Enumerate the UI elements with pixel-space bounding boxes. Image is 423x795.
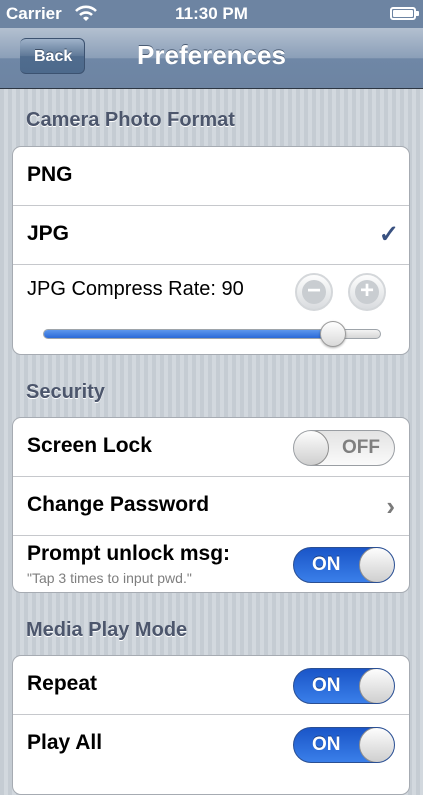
prompt-unlock-row: Prompt unlock msg: "Tap 3 times to input… — [13, 536, 409, 592]
prompt-unlock-label: Prompt unlock msg: — [27, 542, 231, 565]
status-bar: Carrier 11:30 PM — [0, 0, 423, 28]
repeat-toggle[interactable]: ON — [293, 668, 395, 704]
section-header-media: Media Play Mode — [26, 619, 188, 641]
change-password-label: Change Password — [27, 493, 210, 516]
plus-icon: + — [355, 279, 379, 304]
toggle-state-label: OFF — [342, 437, 380, 458]
section-header-security: Security — [26, 381, 105, 403]
toggle-state-label: ON — [312, 554, 341, 575]
screen-lock-label: Screen Lock — [27, 434, 152, 457]
compress-rate-row: JPG Compress Rate: 90 − + — [13, 265, 409, 354]
prompt-unlock-hint: "Tap 3 times to input pwd." — [27, 570, 192, 586]
screen-lock-row: Screen Lock OFF — [13, 418, 409, 477]
play-all-label: Play All — [27, 731, 103, 754]
toggle-knob — [359, 669, 394, 703]
chevron-right-icon: › — [386, 491, 395, 521]
security-group: Screen Lock OFF Change Password › Prompt… — [12, 417, 410, 593]
page-title: Preferences — [137, 40, 286, 70]
navigation-bar: Back Preferences — [0, 28, 423, 89]
format-option-jpg[interactable]: JPG ✓ — [13, 206, 409, 265]
section-header-camera: Camera Photo Format — [26, 109, 235, 131]
status-time: 11:30 PM — [175, 4, 248, 23]
format-option-png[interactable]: PNG — [13, 147, 409, 206]
battery-icon — [390, 7, 419, 20]
compress-rate-label: JPG Compress Rate: 90 — [27, 278, 244, 300]
decrease-button[interactable]: − — [295, 273, 333, 311]
camera-format-group: PNG JPG ✓ JPG Compress Rate: 90 − + — [12, 146, 410, 355]
media-play-group: Repeat ON Play All ON — [12, 655, 410, 795]
toggle-state-label: ON — [312, 734, 341, 755]
minus-icon: − — [302, 279, 326, 304]
toggle-knob — [294, 431, 329, 465]
repeat-row: Repeat ON — [13, 656, 409, 715]
slider-thumb[interactable] — [319, 321, 346, 347]
toggle-knob — [359, 728, 394, 762]
play-all-row: Play All ON — [13, 715, 409, 773]
repeat-label: Repeat — [27, 672, 98, 695]
toggle-state-label: ON — [312, 675, 341, 696]
prompt-unlock-toggle[interactable]: ON — [293, 547, 395, 583]
change-password-row[interactable]: Change Password › — [13, 477, 409, 536]
format-option-label: PNG — [27, 163, 73, 186]
screen-lock-toggle[interactable]: OFF — [293, 430, 395, 466]
play-all-toggle[interactable]: ON — [293, 727, 395, 763]
slider-fill — [44, 330, 333, 338]
format-option-label: JPG — [27, 222, 70, 245]
compress-rate-slider[interactable] — [43, 321, 381, 347]
toggle-knob — [359, 548, 394, 582]
increase-button[interactable]: + — [348, 273, 386, 311]
checkmark-icon: ✓ — [378, 221, 399, 248]
